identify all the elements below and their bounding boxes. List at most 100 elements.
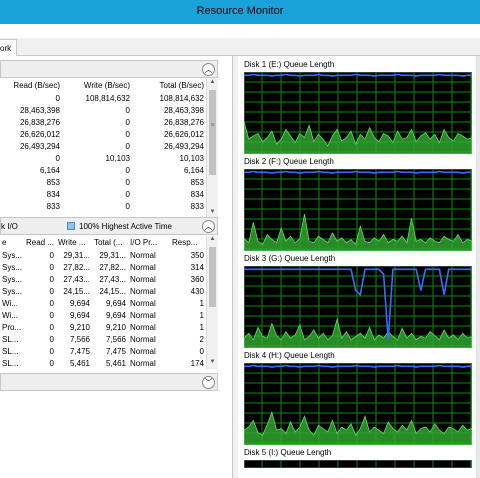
table-row[interactable]: Sys... 0 29,31... 29,31... Normal 350 <box>0 249 206 261</box>
table-cell: 0 <box>49 322 54 332</box>
table-cell: 1 <box>199 310 204 320</box>
table-row[interactable]: Pro... 0 9,210 9,210 Normal 1 <box>0 321 206 333</box>
table-row[interactable]: 26,493,294 0 26,493,294 <box>0 140 206 152</box>
table-row[interactable]: SL... 0 7,475 7,475 Normal 0 <box>0 345 206 357</box>
table-cell: 0 <box>49 310 54 320</box>
table-row[interactable]: 28,463,398 0 28,463,398 <box>0 104 206 116</box>
column-header[interactable]: Total (... <box>92 236 128 249</box>
column-header[interactable]: e <box>0 236 24 249</box>
chevron-up-icon[interactable]: ︿ <box>202 63 215 76</box>
table-row[interactable]: 853 0 853 <box>0 176 206 188</box>
column-header[interactable]: Read ... <box>24 236 56 249</box>
table-cell: SL... <box>2 334 19 344</box>
table-cell: 7,566 <box>105 334 126 344</box>
legend-swatch <box>67 222 75 230</box>
table-cell: 0 <box>125 141 130 151</box>
table-cell: 108,814,632 <box>85 93 131 103</box>
table-cell: 6,164 <box>39 165 60 175</box>
table-cell: 0 <box>49 262 54 272</box>
table-cell: Normal <box>130 310 156 320</box>
table-cell: SL... <box>2 346 19 356</box>
column-header[interactable]: Write ... <box>56 236 92 249</box>
table-row[interactable]: Sys... 0 24,15... 24,15... Normal 430 <box>0 285 206 297</box>
table-row[interactable]: 6,164 0 6,164 <box>0 164 206 176</box>
table-row[interactable]: 0 108,814,632 108,814,632 <box>0 92 206 104</box>
vertical-scrollbar[interactable]: ▲ ▼ <box>206 236 218 369</box>
table-cell: Pro... <box>2 322 22 332</box>
table-cell: 0 <box>49 298 54 308</box>
table-cell: 350 <box>190 250 204 260</box>
legend: 100% Highest Active Time <box>67 222 172 231</box>
table-cell: SL... <box>2 358 19 368</box>
chevron-up-icon[interactable]: ︿ <box>202 220 215 233</box>
table-cell: 9,694 <box>69 298 90 308</box>
table-row[interactable]: Wi... 0 9,694 9,694 Normal 1 <box>0 297 206 309</box>
table-row[interactable]: SL... 0 5,461 5,461 Normal 174 <box>0 357 206 369</box>
table-row[interactable]: Wi... 0 9,694 9,694 Normal 1 <box>0 309 206 321</box>
table-cell: 853 <box>46 177 60 187</box>
disk-activity-header[interactable]: ︿ <box>0 60 218 78</box>
table-row[interactable]: 834 0 834 <box>0 188 206 200</box>
collapsed-section-header[interactable]: ﹀ <box>0 373 218 391</box>
table-cell: Wi... <box>2 298 18 308</box>
table-cell: 0 <box>199 346 204 356</box>
table-cell: 0 <box>125 129 130 139</box>
table-row[interactable]: Sys... 0 27,82... 27,82... Normal 314 <box>0 261 206 273</box>
table-cell: Normal <box>130 346 156 356</box>
column-header[interactable]: Resp... <box>170 236 206 249</box>
table-cell: 1 <box>199 322 204 332</box>
scroll-thumb[interactable] <box>209 90 216 175</box>
title-bar: Resource Monitor <box>0 0 480 24</box>
table-cell: Normal <box>130 358 156 368</box>
graphs-scrollbar[interactable] <box>476 56 480 478</box>
column-header[interactable]: I/O Pr... <box>128 236 170 249</box>
storage-title: k I/O <box>1 222 18 231</box>
scroll-up-icon[interactable]: ▲ <box>207 236 218 246</box>
graphs-pane: Disk 1 (E:) Queue Length Disk 2 (F:) Queu… <box>238 56 480 478</box>
table-cell: 0 <box>55 93 60 103</box>
chevron-down-icon[interactable]: ﹀ <box>202 376 215 389</box>
scroll-thumb[interactable] <box>209 247 216 307</box>
table-row[interactable]: 26,838,276 0 26,838,276 <box>0 116 206 128</box>
column-header[interactable]: Read (B/sec) <box>0 79 62 92</box>
table-row[interactable]: Sys... 0 27,43... 27,43... Normal 360 <box>0 273 206 285</box>
table-cell: 9,694 <box>105 298 126 308</box>
column-header[interactable]: Total (B/sec) <box>132 79 206 92</box>
table-cell: 0 <box>125 189 130 199</box>
column-header[interactable]: Write (B/sec) <box>62 79 132 92</box>
table-cell: Normal <box>130 334 156 344</box>
graph-background <box>244 460 472 468</box>
table-cell: Normal <box>130 274 156 284</box>
table-row[interactable]: 0 10,103 10,103 <box>0 152 206 164</box>
table-cell: 0 <box>49 346 54 356</box>
storage-header[interactable]: k I/O 100% Highest Active Time ︿ <box>0 217 218 235</box>
table-row[interactable]: 833 0 833 <box>0 200 206 212</box>
table-cell: 27,82... <box>63 262 90 272</box>
graph-canvas <box>244 266 472 348</box>
menu-bar <box>0 24 480 38</box>
vertical-scrollbar[interactable]: ▲ ≡ ▼ <box>206 79 218 219</box>
table-cell: 108,814,632 <box>159 93 205 103</box>
table-cell: 0 <box>125 201 130 211</box>
table-row[interactable]: 26,626,012 0 26,626,012 <box>0 128 206 140</box>
table-cell: 26,626,012 <box>19 129 60 139</box>
table-cell: 853 <box>190 177 204 187</box>
scroll-up-icon[interactable]: ▲ <box>207 79 218 89</box>
table-cell: 314 <box>190 262 204 272</box>
table-cell: 9,694 <box>69 310 90 320</box>
legend-label: 100% Highest Active Time <box>79 222 172 231</box>
table-cell: Sys... <box>2 250 23 260</box>
table-cell: 7,475 <box>69 346 90 356</box>
table-row[interactable]: SL... 0 7,566 7,566 Normal 2 <box>0 333 206 345</box>
table-cell: 0 <box>49 286 54 296</box>
scroll-down-icon[interactable]: ▼ <box>207 359 218 369</box>
tab-network[interactable]: ork <box>0 39 18 56</box>
graph-title: Disk 4 (H:) Queue Length <box>244 351 335 360</box>
table-cell: 29,31... <box>99 250 126 260</box>
table-cell: 0 <box>125 105 130 115</box>
graph-title: Disk 1 (E:) Queue Length <box>244 60 335 69</box>
table-cell: 28,463,398 <box>19 105 60 115</box>
table-cell: Sys... <box>2 274 23 284</box>
table-cell: 2 <box>199 334 204 344</box>
table-cell: 833 <box>190 201 204 211</box>
